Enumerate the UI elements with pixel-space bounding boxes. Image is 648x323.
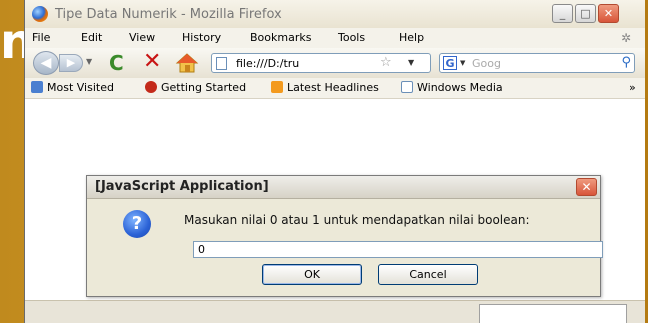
url-text[interactable]: file:///D:/tru (236, 57, 366, 70)
menu-edit[interactable]: Edit (81, 31, 102, 44)
slide-title-fragment: n (0, 14, 24, 70)
menu-history[interactable]: History (182, 31, 221, 44)
dialog-title: [JavaScript Application] (95, 179, 269, 194)
bookmarks-overflow-icon[interactable]: » (629, 81, 636, 94)
page-favicon-icon (216, 57, 227, 70)
status-bar (25, 300, 645, 323)
window-title: Tipe Data Numerik - Mozilla Firefox (55, 7, 282, 22)
navigation-toolbar: ◀ ▶ ▼ C ✕ file:///D:/tru ☆ ▼ G ▼ Goog ⚲ (25, 48, 645, 79)
menu-file[interactable]: File (32, 31, 50, 44)
forward-button[interactable]: ▶ (59, 54, 83, 72)
status-panel (479, 304, 627, 323)
stop-icon[interactable]: ✕ (143, 50, 161, 74)
most-visited-icon (31, 81, 43, 93)
bookmark-windows-media[interactable]: Windows Media (401, 81, 503, 94)
bookmark-most-visited[interactable]: Most Visited (31, 81, 114, 94)
back-button[interactable]: ◀ (33, 51, 59, 75)
close-button[interactable]: ✕ (598, 4, 619, 23)
question-icon: ? (123, 210, 151, 238)
bookmark-star-icon[interactable]: ☆ (380, 55, 392, 70)
menu-tools[interactable]: Tools (338, 31, 365, 44)
ok-button[interactable]: OK (262, 264, 362, 285)
bookmark-getting-started[interactable]: Getting Started (145, 81, 246, 94)
bookmarks-toolbar: Most Visited Getting Started Latest Head… (25, 78, 645, 99)
activity-throbber-icon: ✲ (621, 31, 632, 45)
search-magnifier-icon[interactable]: ⚲ (621, 55, 631, 70)
rss-feed-icon (271, 81, 283, 93)
url-bar[interactable]: file:///D:/tru ☆ ▼ (211, 53, 431, 73)
dialog-title-bar: [JavaScript Application] ✕ (87, 176, 600, 199)
menu-bar: File Edit View History Bookmarks Tools H… (25, 28, 645, 49)
menu-view[interactable]: View (129, 31, 155, 44)
menu-bookmarks[interactable]: Bookmarks (250, 31, 311, 44)
url-dropdown-icon[interactable]: ▼ (408, 58, 414, 67)
search-input[interactable]: Goog (472, 57, 501, 70)
reload-icon[interactable]: C (109, 51, 124, 75)
firefox-icon (32, 6, 48, 22)
home-icon[interactable] (175, 52, 199, 74)
history-dropdown-icon[interactable]: ▼ (86, 57, 92, 66)
javascript-prompt-dialog: [JavaScript Application] ✕ ? Masukan nil… (86, 175, 603, 297)
maximize-button[interactable]: □ (575, 4, 596, 23)
dialog-message: Masukan nilai 0 atau 1 untuk mendapatkan… (184, 213, 530, 227)
title-bar: Tipe Data Numerik - Mozilla Firefox _ □ … (25, 0, 645, 29)
prompt-input[interactable] (193, 241, 603, 258)
google-icon[interactable]: G (443, 56, 457, 70)
page-icon (401, 81, 413, 93)
search-engine-dropdown-icon[interactable]: ▼ (460, 59, 465, 67)
menu-help[interactable]: Help (399, 31, 424, 44)
minimize-button[interactable]: _ (552, 4, 573, 23)
cancel-button[interactable]: Cancel (378, 264, 478, 285)
dialog-close-button[interactable]: ✕ (576, 178, 597, 196)
bookmark-latest-headlines[interactable]: Latest Headlines (271, 81, 379, 94)
search-bar[interactable]: G ▼ Goog ⚲ (439, 53, 635, 73)
firefox-logo-icon (145, 81, 157, 93)
